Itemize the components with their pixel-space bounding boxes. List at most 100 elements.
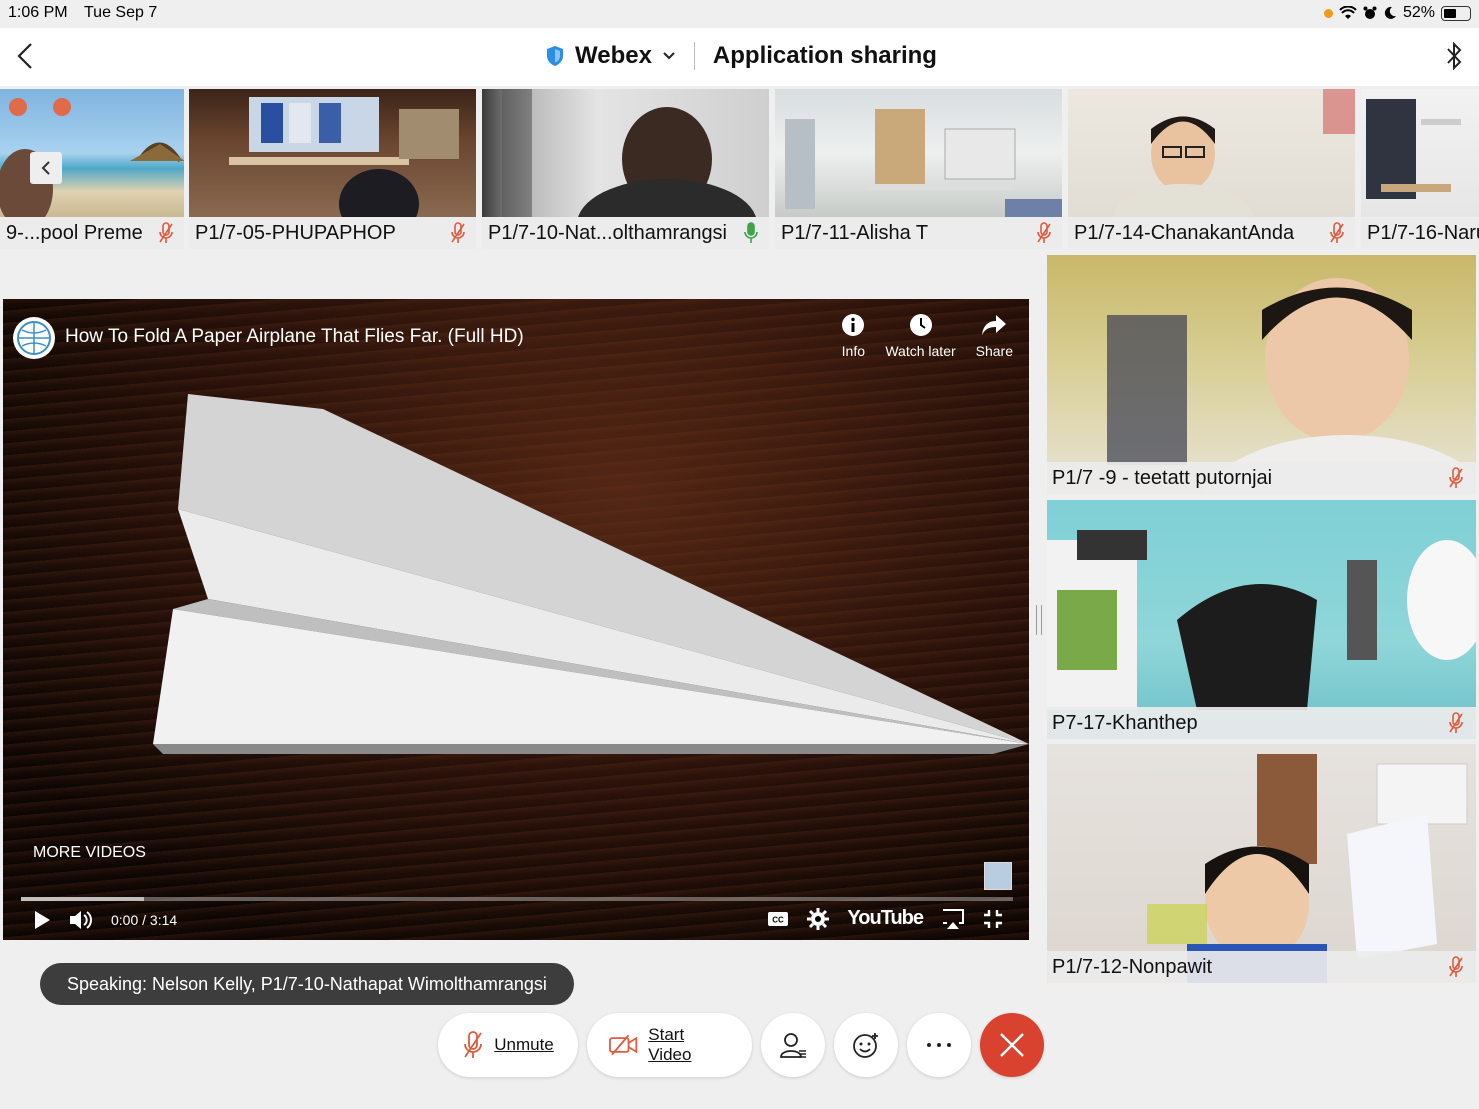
participant-name-text: P1/7-14-ChanakantAnda — [1074, 221, 1295, 244]
watch-later-button[interactable]: Watch later — [885, 313, 956, 359]
unmute-button[interactable]: Unmute — [438, 1013, 578, 1077]
share-icon — [982, 315, 1007, 335]
active-mic-icon — [744, 222, 758, 243]
webex-shield-icon — [547, 46, 563, 66]
settings-gear-icon[interactable] — [807, 907, 830, 930]
page-title: Application sharing — [712, 42, 937, 69]
participant-strip[interactable]: 9-...pool Preme P1/7-05-PHUPAPHOP P1/7-1… — [0, 89, 1479, 249]
buffered-bar — [21, 897, 144, 901]
close-x-icon — [1000, 1033, 1024, 1057]
participant-name-text: P1/7-05-PHUPAPHOP — [195, 221, 396, 244]
airplay-icon[interactable] — [941, 908, 965, 930]
participant-thumb[interactable]: P1/7-10-Nat...olthamrangsi — [482, 89, 769, 249]
share-label: Share — [975, 343, 1013, 359]
smiley-icon — [853, 1033, 878, 1058]
mic-in-use-indicator-icon — [1323, 8, 1333, 18]
back-chevron-icon[interactable] — [14, 42, 38, 70]
exit-fullscreen-icon[interactable] — [983, 909, 1003, 929]
participant-tile[interactable]: P1/7-12-Nonpawit — [1047, 744, 1476, 983]
participant-name-text: 9-...pool Preme — [6, 221, 143, 244]
participant-video — [0, 89, 184, 229]
info-icon — [842, 314, 865, 336]
participant-tile[interactable]: P7-17-Khanthep — [1047, 500, 1476, 739]
start-video-label: Start Video — [648, 1025, 692, 1064]
video-time: 0:00 / 3:14 — [111, 912, 178, 928]
participant-video — [775, 89, 1062, 217]
captions-icon[interactable]: CC — [767, 911, 789, 927]
leave-meeting-button[interactable] — [980, 1013, 1044, 1077]
participants-button[interactable] — [761, 1013, 825, 1077]
battery-percent: 52% — [1402, 4, 1435, 21]
title-divider — [693, 42, 695, 70]
status-date: Tue Sep 7 — [84, 4, 158, 21]
participant-name: P1/7-12-Nonpawit — [1047, 951, 1476, 983]
participant-name: P1/7-10-Nat...olthamrangsi — [482, 217, 769, 249]
participant-video — [1068, 89, 1355, 249]
participant-tile[interactable]: P1/7 -9 - teetatt putornjai — [1047, 255, 1476, 494]
alarm-icon — [1363, 6, 1377, 19]
strip-scroll-left-button[interactable] — [30, 152, 62, 184]
participant-name: P1/7-16-Naru — [1361, 217, 1479, 249]
channel-avatar[interactable] — [13, 317, 55, 359]
participants-icon — [780, 1033, 806, 1058]
participant-name: P1/7-14-ChanakantAnda — [1068, 217, 1355, 249]
muted-mic-icon — [1330, 222, 1344, 243]
svg-text:CC: CC — [773, 915, 785, 924]
participant-name-text: P1/7-12-Nonpawit — [1052, 955, 1213, 978]
youtube-logo[interactable]: YouTube — [847, 907, 924, 930]
participant-thumb[interactable]: P1/7-05-PHUPAPHOP — [189, 89, 476, 249]
start-video-button[interactable]: Start Video — [587, 1013, 752, 1077]
meeting-toolbar: Unmute Start Video — [438, 1013, 1044, 1077]
muted-mic-icon — [1037, 222, 1051, 243]
clock-icon — [909, 314, 932, 336]
participant-thumb[interactable]: P1/7-11-Alisha T — [775, 89, 1062, 249]
shared-video-player[interactable]: How To Fold A Paper Airplane That Flies … — [3, 299, 1029, 940]
nav-bar: Webex Application sharing — [0, 28, 1479, 86]
battery-icon — [1441, 5, 1471, 21]
participant-name: P1/7-11-Alisha T — [775, 217, 1062, 249]
participant-name-text: P1/7-16-Naru — [1367, 221, 1479, 244]
unmute-label: Unmute — [494, 1035, 554, 1054]
play-icon[interactable] — [33, 910, 51, 930]
status-indicators: 52% — [1323, 4, 1471, 22]
more-options-button[interactable] — [907, 1013, 971, 1077]
player-controls-right: CC YouTube — [767, 907, 1003, 930]
info-button[interactable]: Info — [841, 313, 865, 359]
participant-video — [1361, 89, 1479, 217]
watch-later-label: Watch later — [885, 343, 956, 359]
wifi-icon — [1339, 6, 1357, 19]
participant-thumb[interactable]: P1/7-14-ChanakantAnda — [1068, 89, 1355, 249]
video-actions: Info Watch later Share — [841, 313, 1013, 359]
participant-thumb[interactable]: P1/7-16-Naru — [1361, 89, 1479, 249]
status-bar: 1:06 PM Tue Sep 7 52% — [0, 0, 1479, 28]
participant-name-text: P1/7-11-Alisha T — [781, 221, 929, 244]
muted-mic-icon — [1449, 956, 1463, 977]
participant-thumb[interactable]: 9-...pool Preme — [0, 89, 184, 249]
video-off-icon — [609, 1034, 638, 1056]
muted-mic-icon — [159, 222, 173, 243]
participant-name-text: P7-17-Khanthep — [1052, 711, 1198, 734]
info-label: Info — [841, 343, 866, 359]
participant-video — [1047, 500, 1476, 739]
participant-name: P1/7 -9 - teetatt putornjai — [1047, 462, 1476, 494]
muted-mic-icon — [464, 1031, 483, 1058]
share-button[interactable]: Share — [976, 313, 1013, 359]
layout-resize-handle[interactable] — [1036, 605, 1042, 635]
app-switcher[interactable]: Webex — [575, 42, 652, 70]
video-progress-bar[interactable] — [21, 897, 1013, 901]
participant-name: 9-...pool Preme — [0, 217, 184, 249]
muted-mic-icon — [1449, 712, 1463, 733]
volume-icon[interactable] — [69, 909, 93, 931]
participant-name: P1/7-05-PHUPAPHOP — [189, 217, 476, 249]
moon-icon — [1384, 6, 1396, 19]
player-controls-left: 0:00 / 3:14 — [33, 909, 177, 931]
video-title[interactable]: How To Fold A Paper Airplane That Flies … — [65, 326, 524, 348]
more-dots-icon — [927, 1043, 951, 1047]
status-time: 1:06 PM — [8, 4, 68, 21]
chevron-down-icon[interactable] — [662, 51, 676, 61]
bluetooth-icon[interactable] — [1445, 40, 1463, 72]
reactions-button[interactable] — [834, 1013, 898, 1077]
channel-watermark[interactable] — [984, 862, 1012, 890]
paper-airplane-image — [153, 394, 1029, 754]
more-videos-button[interactable]: MORE VIDEOS — [33, 844, 146, 862]
